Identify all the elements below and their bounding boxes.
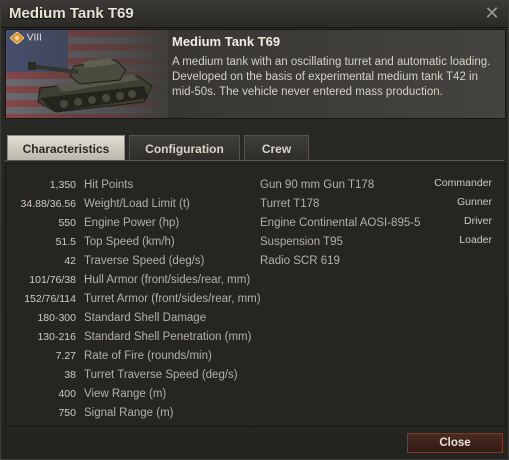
stat-row: 550 Engine Power (hp) — [6, 214, 266, 233]
stat-label: Standard Shell Penetration (mm) — [84, 331, 252, 343]
medium-tank-class-icon — [10, 32, 24, 44]
stat-value: 42 — [64, 255, 76, 267]
stat-label: Standard Shell Damage — [84, 312, 207, 324]
tier-text: VIII — [26, 32, 42, 44]
stat-label: Turret Traverse Speed (deg/s) — [84, 369, 238, 381]
stat-value: 180-300 — [37, 312, 76, 324]
crew-commander: Commander — [434, 177, 492, 189]
stat-value: 130-216 — [37, 331, 76, 343]
close-icon[interactable]: ✕ — [482, 3, 502, 23]
vehicle-header-panel: VIII Medium Tank T69 A medium tank with … — [5, 29, 506, 119]
stat-value: 152/76/114 — [24, 293, 76, 305]
module-gun: Gun 90 mm Gun T178 — [260, 179, 375, 191]
module-engine: Engine Continental AOSI-895-5 — [260, 217, 421, 229]
tab-configuration[interactable]: Configuration — [129, 135, 240, 161]
stat-row: 130-216 Standard Shell Penetration (mm) — [6, 328, 266, 347]
window-titlebar: Medium Tank T69 ✕ — [1, 1, 508, 28]
stat-row: 7.27 Rate of Fire (rounds/min) — [6, 347, 266, 366]
tab-crew[interactable]: Crew — [244, 135, 309, 161]
vehicle-info-window: Medium Tank T69 ✕ VIII Medium Tank T69 A… — [0, 0, 509, 460]
stat-label: Signal Range (m) — [84, 407, 174, 419]
module-turret: Turret T178 — [260, 198, 320, 210]
module-suspension: Suspension T95 — [260, 236, 343, 248]
stat-label: View Range (m) — [84, 388, 167, 400]
stat-label: Rate of Fire (rounds/min) — [84, 350, 212, 362]
crew-loader: Loader — [459, 234, 492, 246]
characteristics-panel: 1,350 Hit Points 34.88/36.56 Weight/Load… — [5, 163, 506, 427]
stat-row: 101/76/38 Hull Armor (front/sides/rear, … — [6, 271, 266, 290]
stat-label: Turret Armor (front/sides/rear, mm) — [84, 293, 261, 305]
stat-value: 750 — [58, 407, 76, 419]
crew-driver: Driver — [464, 215, 492, 227]
stat-value: 1,350 — [49, 179, 76, 191]
tank-name: Medium Tank T69 — [172, 34, 281, 49]
tank-image — [28, 58, 153, 113]
stat-label: Top Speed (km/h) — [84, 236, 175, 248]
stat-label: Engine Power (hp) — [84, 217, 180, 229]
stat-row: 750 Signal Range (m) — [6, 404, 266, 423]
stat-value: 51.5 — [55, 236, 76, 248]
module-radio: Radio SCR 619 — [260, 255, 340, 267]
window-title: Medium Tank T69 — [9, 5, 134, 22]
tier-label: VIII — [10, 32, 42, 44]
stat-label: Hit Points — [84, 179, 134, 191]
tab-label: Configuration — [145, 142, 224, 156]
stat-value: 34.88/36.56 — [20, 198, 76, 210]
stat-label: Weight/Load Limit (t) — [84, 198, 190, 210]
stat-row: 152/76/114 Turret Armor (front/sides/rea… — [6, 290, 266, 309]
tab-characteristics[interactable]: Characteristics — [7, 135, 125, 161]
stat-row: 38 Turret Traverse Speed (deg/s) — [6, 366, 266, 385]
stat-value: 101/76/38 — [29, 274, 76, 286]
stat-label: Traverse Speed (deg/s) — [84, 255, 205, 267]
crew-gunner: Gunner — [456, 196, 492, 208]
tank-description: A medium tank with an oscillating turret… — [172, 56, 491, 98]
stat-row: 180-300 Standard Shell Damage — [6, 309, 266, 328]
stat-label: Hull Armor (front/sides/rear, mm) — [84, 274, 251, 286]
stat-row: 34.88/36.56 Weight/Load Limit (t) — [6, 195, 266, 214]
stat-value: 38 — [64, 369, 76, 381]
stat-row: 42 Traverse Speed (deg/s) — [6, 252, 266, 271]
tab-divider — [5, 160, 504, 161]
stat-value: 400 — [58, 388, 76, 400]
stat-row: 400 View Range (m) — [6, 385, 266, 404]
tab-label: Crew — [261, 142, 292, 156]
close-button[interactable]: Close — [407, 433, 503, 453]
stat-value: 7.27 — [55, 350, 76, 362]
tab-label: Characteristics — [22, 142, 110, 156]
stat-value: 550 — [58, 217, 76, 229]
stat-row: 51.5 Top Speed (km/h) — [6, 233, 266, 252]
stat-row: 1,350 Hit Points — [6, 176, 266, 195]
